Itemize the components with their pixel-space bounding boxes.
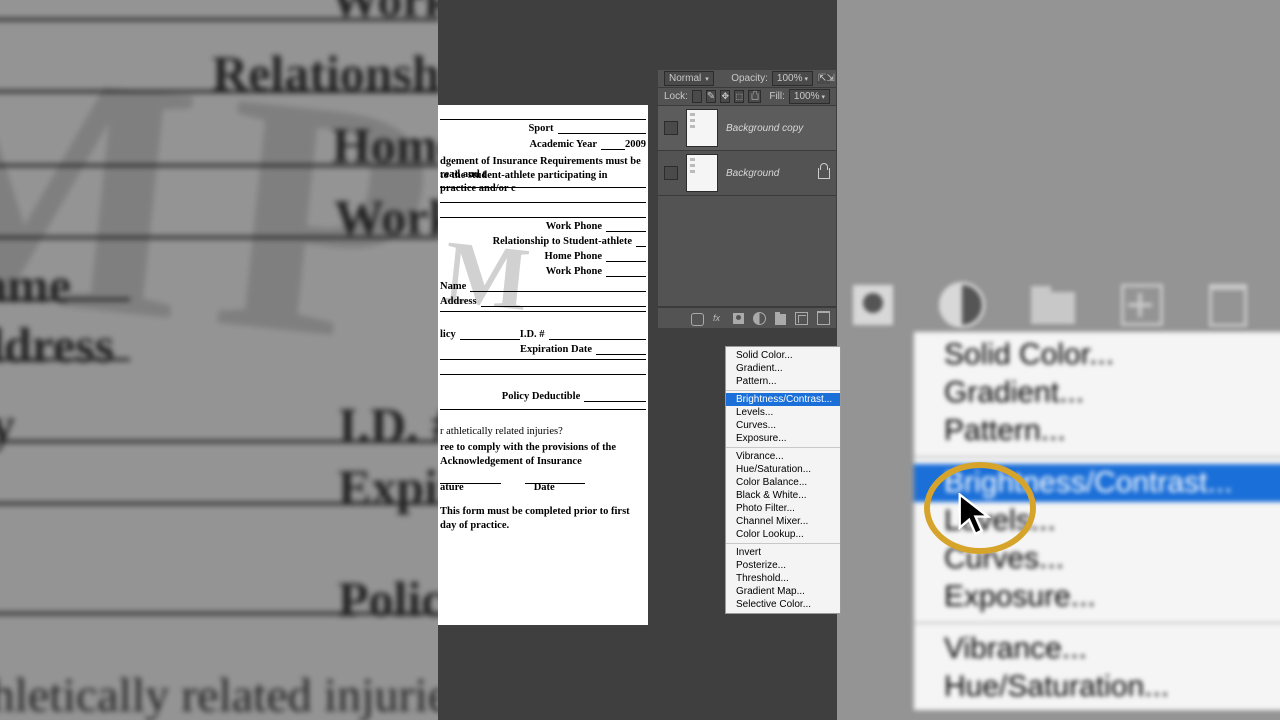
layer-name: Background copy xyxy=(726,123,803,134)
delete-layer-icon[interactable] xyxy=(817,311,830,325)
lock-artboard-icon[interactable]: ⬚ xyxy=(734,90,744,103)
add-mask-icon[interactable] xyxy=(733,313,744,324)
menu-item[interactable]: Threshold... xyxy=(726,572,840,585)
lock-transparency-icon[interactable] xyxy=(692,90,702,103)
menu-item[interactable]: Vibrance... xyxy=(726,450,840,463)
menu-item[interactable]: Levels... xyxy=(914,502,1280,540)
menu-item[interactable]: Solid Color... xyxy=(914,336,1280,374)
new-layer-icon[interactable] xyxy=(795,312,808,325)
menu-item[interactable]: Pattern... xyxy=(726,375,840,388)
menu-item[interactable]: Gradient Map... xyxy=(726,585,840,598)
opacity-field[interactable]: 100%▾ xyxy=(772,71,813,86)
visibility-toggle-icon[interactable] xyxy=(664,121,678,135)
blend-mode-select[interactable]: Normal▾ xyxy=(664,71,714,86)
layer-row-background[interactable]: Background xyxy=(658,151,836,196)
lock-label: Lock: xyxy=(664,91,688,102)
layers-footer-zoom xyxy=(830,280,1270,330)
document-canvas[interactable]: M Sport Academic Year2009 dgement of Ins… xyxy=(438,105,648,625)
menu-item[interactable]: Curves... xyxy=(726,419,840,432)
lock-icon[interactable] xyxy=(818,168,830,179)
layer-thumbnail xyxy=(686,109,718,147)
opacity-label: Opacity: xyxy=(731,73,768,84)
menu-item[interactable]: Exposure... xyxy=(914,578,1280,616)
menu-item[interactable]: Pattern... xyxy=(914,412,1280,450)
menu-item[interactable]: Levels... xyxy=(726,406,840,419)
menu-item[interactable]: Hue/Saturation... xyxy=(914,668,1280,706)
layers-lock-row: Lock: ✎ ✥ ⬚ Fill: 100%▾ xyxy=(658,88,836,106)
delete-layer-icon[interactable] xyxy=(1209,284,1247,327)
new-layer-icon[interactable] xyxy=(1121,284,1163,326)
lock-all-icon[interactable] xyxy=(748,90,761,103)
layers-panel: Normal▾ Opacity: 100%▾ ⇱⇲ Lock: ✎ ✥ ⬚ Fi… xyxy=(658,70,836,328)
new-group-icon[interactable] xyxy=(775,314,786,325)
layers-blend-row: Normal▾ Opacity: 100%▾ ⇱⇲ xyxy=(658,70,836,88)
layer-row-background-copy[interactable]: Background copy xyxy=(658,106,836,151)
menu-item[interactable]: Vibrance... xyxy=(914,630,1280,668)
add-mask-icon[interactable] xyxy=(853,285,893,325)
menu-item[interactable]: Posterize... xyxy=(726,559,840,572)
menu-item[interactable]: Channel Mixer... xyxy=(726,515,840,528)
layer-name: Background xyxy=(726,168,779,179)
layers-footer xyxy=(658,307,836,328)
menu-item[interactable]: Black & White... xyxy=(726,489,840,502)
fill-field[interactable]: 100%▾ xyxy=(789,89,830,104)
menu-item[interactable]: Solid Color... xyxy=(726,349,840,362)
menu-item[interactable]: Selective Color... xyxy=(726,598,840,611)
adjustment-layer-icon[interactable] xyxy=(753,312,766,325)
lock-image-icon[interactable]: ✎ xyxy=(706,90,716,103)
visibility-toggle-icon[interactable] xyxy=(664,166,678,180)
panel-collapse-icon[interactable]: ⇱⇲ xyxy=(817,73,830,84)
adjustment-menu-zoom: Solid Color...Gradient...Pattern... Brigh… xyxy=(912,330,1280,712)
menu-item[interactable]: Brightness/Contrast... xyxy=(914,464,1280,502)
layer-thumbnail xyxy=(686,154,718,192)
link-layers-icon[interactable] xyxy=(691,313,704,326)
menu-item[interactable]: Color Lookup... xyxy=(726,528,840,541)
fill-label: Fill: xyxy=(769,91,785,102)
menu-item[interactable]: Gradient... xyxy=(726,362,840,375)
menu-item[interactable]: Hue/Saturation... xyxy=(726,463,840,476)
new-group-icon[interactable] xyxy=(1031,292,1075,324)
adjustment-menu: Solid Color...Gradient...Pattern... Brigh… xyxy=(725,346,841,614)
menu-item[interactable]: Exposure... xyxy=(726,432,840,445)
menu-item[interactable]: Invert xyxy=(726,546,840,559)
adjustment-layer-icon[interactable] xyxy=(939,282,985,328)
layer-fx-icon[interactable] xyxy=(713,313,724,324)
menu-item[interactable]: Photo Filter... xyxy=(726,502,840,515)
menu-item[interactable]: Gradient... xyxy=(914,374,1280,412)
menu-item[interactable]: Color Balance... xyxy=(726,476,840,489)
watermark-brand: Smart Graphics xyxy=(468,550,578,570)
menu-item[interactable]: Curves... xyxy=(914,540,1280,578)
lock-position-icon[interactable]: ✥ xyxy=(720,90,730,103)
menu-item[interactable]: Brightness/Contrast... xyxy=(726,393,840,406)
